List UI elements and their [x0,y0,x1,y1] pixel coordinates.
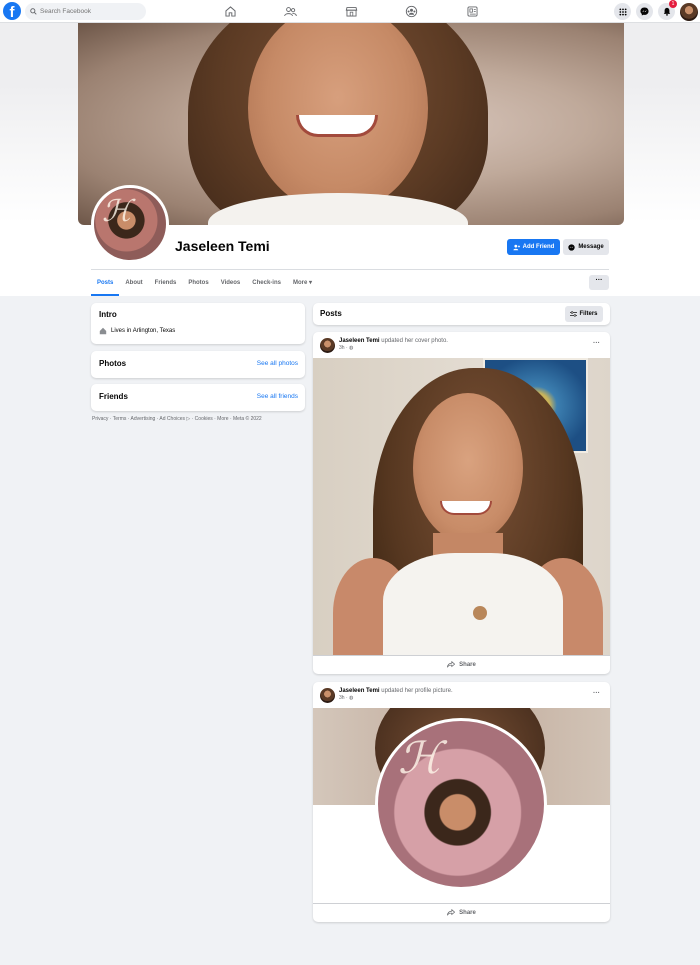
post-profile-picture[interactable]: ℋ [375,718,547,890]
footer-links[interactable]: Privacy · Terms · Advertising · Ad Choic… [92,416,262,422]
post-author-name[interactable]: Jaseleen Temi [339,688,380,694]
lives-in-city[interactable]: Arlington, Texas [133,328,176,334]
friends-icon[interactable] [278,3,302,20]
post-header: Jaseleen Temi updated her cover photo. 3… [320,338,448,353]
primary-nav [218,3,484,20]
photos-card-title: Photos [99,359,127,368]
photos-card: Photos See all photos [91,351,305,378]
post-author-name[interactable]: Jaseleen Temi [339,338,380,344]
add-friend-label: Add Friend [522,244,555,250]
tab-photos[interactable]: Photos [182,272,214,296]
profile-header: ℋ Jaseleen Temi Add Friend Message Posts… [0,23,700,296]
messenger-icon [568,243,575,251]
search-bar[interactable] [25,3,146,20]
top-navigation-bar: f 1 [0,0,700,23]
filters-label: Filters [579,311,598,317]
filters-button[interactable]: Filters [565,306,603,322]
menu-grid-icon[interactable] [614,3,631,20]
tab-check-ins[interactable]: Check-ins [246,272,287,296]
intro-title: Intro [99,310,117,319]
posts-header-card: Posts Filters [313,303,610,325]
add-friend-icon [513,244,520,250]
message-label: Message [578,244,604,250]
search-icon [30,8,37,15]
search-input[interactable] [40,8,140,15]
post-author-avatar[interactable] [320,688,335,703]
post-card: Jaseleen Temi updated her profile pictur… [313,682,610,922]
filters-icon [570,311,578,317]
cover-photo[interactable] [78,23,624,225]
header-divider [91,269,609,270]
post-meta: Jaseleen Temi updated her profile pictur… [339,688,453,694]
share-button[interactable]: Share [313,655,610,673]
share-label: Share [459,909,476,916]
home-icon [99,327,107,335]
posts-header-title: Posts [320,309,342,318]
profile-more-button[interactable]: ··· [589,275,609,290]
lives-in-prefix: Lives in [111,328,133,334]
share-button[interactable]: Share [313,903,610,921]
post-card: Jaseleen Temi updated her cover photo. 3… [313,332,610,674]
post-author-avatar[interactable] [320,338,335,353]
tab-more[interactable]: More ▾ [287,272,318,296]
see-all-photos-link[interactable]: See all photos [257,360,298,367]
share-label: Share [459,661,476,668]
notifications-icon[interactable]: 1 [658,0,677,20]
post-header: Jaseleen Temi updated her profile pictur… [320,688,453,703]
profile-tabs: Posts About Friends Photos Videos Check-… [91,272,318,296]
profile-picture[interactable]: ℋ [91,185,169,263]
post-meta: Jaseleen Temi updated her cover photo. [339,338,448,344]
messenger-icon[interactable] [636,3,653,20]
lives-in-row: Lives in Arlington, Texas [99,327,175,335]
marketplace-icon[interactable] [339,3,363,20]
notification-badge: 1 [669,0,677,8]
tab-posts[interactable]: Posts [91,272,120,296]
gaming-icon[interactable] [460,3,484,20]
home-icon[interactable] [218,3,242,20]
friends-card-title: Friends [99,392,128,401]
intro-card: Intro Lives in Arlington, Texas [91,303,305,344]
see-all-friends-link[interactable]: See all friends [257,393,298,400]
post-timestamp[interactable]: 3h · ◍ [339,345,448,351]
profile-name: Jaseleen Temi [175,238,270,254]
account-avatar[interactable] [680,2,698,21]
share-icon [447,661,456,668]
tab-about[interactable]: About [119,272,148,296]
facebook-logo[interactable]: f [3,2,21,20]
post-action: updated her profile picture. [379,688,453,694]
account-controls: 1 [614,0,698,21]
friends-card: Friends See all friends [91,384,305,411]
message-button[interactable]: Message [563,239,609,255]
post-options-button[interactable]: ··· [593,340,600,347]
share-icon [447,909,456,916]
add-friend-button[interactable]: Add Friend [507,239,560,255]
tab-videos[interactable]: Videos [215,272,247,296]
tab-friends[interactable]: Friends [149,272,183,296]
post-timestamp[interactable]: 3h · ◍ [339,695,453,701]
post-action: updated her cover photo. [379,338,448,344]
post-photo[interactable] [313,358,610,655]
groups-icon[interactable] [399,3,423,20]
post-options-button[interactable]: ··· [593,690,600,697]
